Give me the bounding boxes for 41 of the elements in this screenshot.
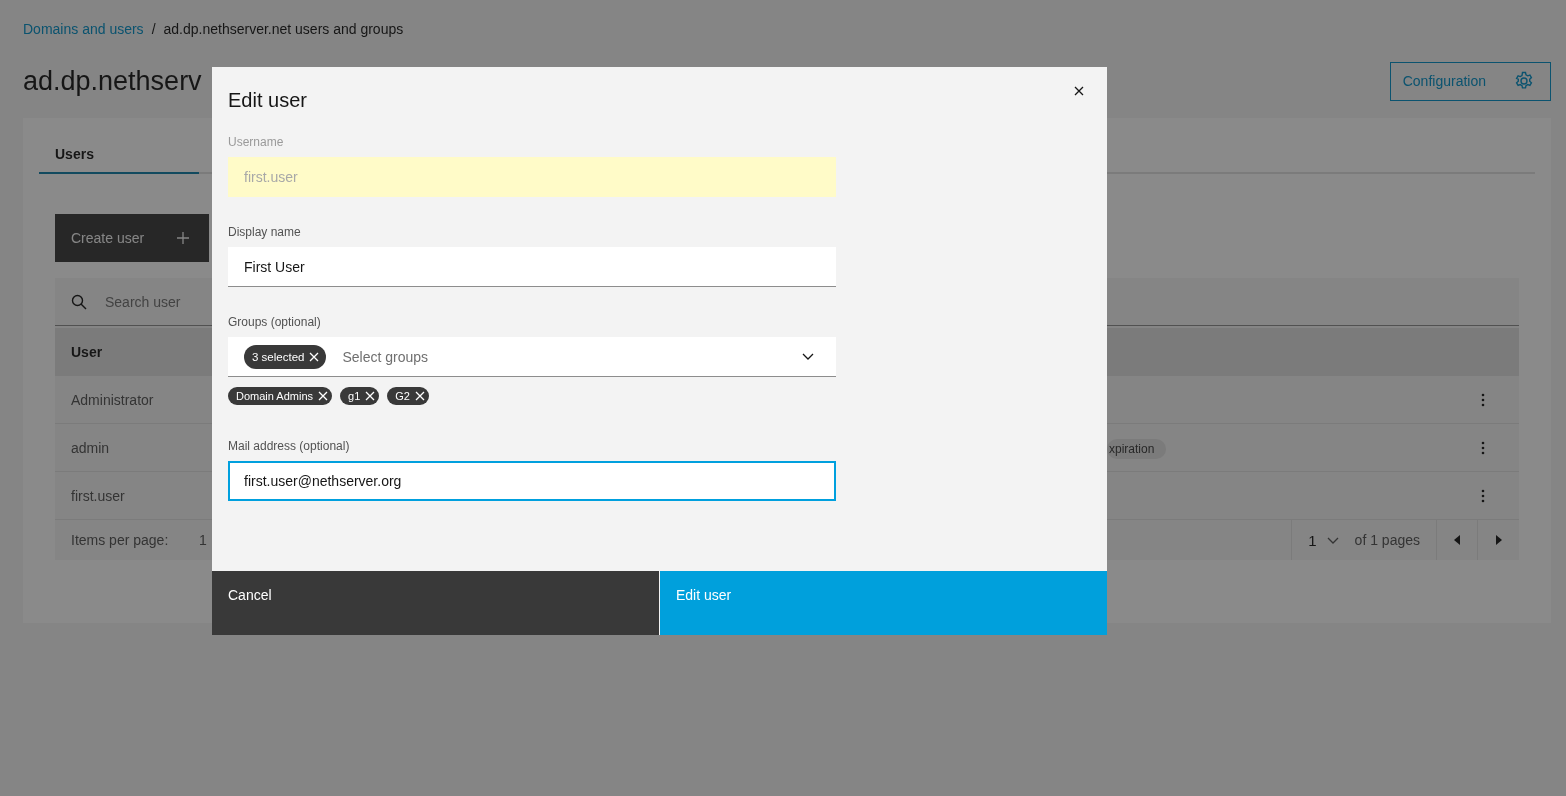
field-label: Username: [228, 135, 285, 149]
table-cell-text: first.user: [70, 487, 126, 504]
input-field[interactable]: First User: [228, 247, 836, 287]
page-count: of 1 pages: [1354, 520, 1437, 560]
chevron-down-icon: [1326, 536, 1339, 544]
selection-count-tag[interactable]: 3 selected: [244, 344, 327, 369]
close-icon: [414, 390, 426, 402]
overflow-menu-icon[interactable]: [1481, 440, 1485, 455]
groups-dropdown[interactable]: 3 selected Select groups: [228, 337, 836, 377]
items-per-page-label: Items per page:: [71, 532, 170, 548]
tab[interactable]: Users: [39, 138, 199, 174]
breadcrumb-separator: /: [151, 21, 156, 37]
page-title: ad.dp.nethserv: [23, 65, 202, 97]
table-cell-text: admin: [70, 439, 111, 456]
modal-title: Edit user: [228, 89, 307, 113]
overflow-menu-icon[interactable]: [1481, 488, 1485, 503]
table-cell-text: Administrator: [70, 391, 155, 408]
gear-icon: [1514, 71, 1534, 91]
overflow-menu-icon[interactable]: [1481, 392, 1485, 407]
chevron-down-icon: [802, 353, 814, 360]
column-header: User: [71, 344, 103, 360]
close-icon: [364, 390, 377, 402]
close-icon: [317, 390, 330, 402]
field-label: Display name: [228, 225, 302, 239]
breadcrumb-current: ad.dp.nethserver.net users and groups: [163, 21, 404, 37]
caret-right-icon: [1495, 535, 1502, 545]
status-tag: xpiration: [1107, 438, 1167, 459]
page-select[interactable]: 1: [1292, 531, 1355, 549]
group-tag[interactable]: Domain Admins: [228, 387, 333, 405]
input-field[interactable]: first.user@nethserver.org: [228, 461, 836, 501]
cancel-button[interactable]: Cancel: [212, 571, 659, 635]
close-icon: [308, 350, 321, 363]
group-tag[interactable]: g1: [340, 387, 380, 405]
field-label: Mail address (optional): [228, 439, 351, 453]
close-icon: [1073, 85, 1085, 97]
search-icon: [71, 293, 87, 310]
caret-left-icon: [1454, 535, 1460, 545]
field-label: Groups (optional): [228, 315, 322, 329]
create-user-button[interactable]: Create user: [55, 214, 209, 262]
group-tag[interactable]: G2: [387, 387, 429, 405]
plus-icon: [177, 232, 189, 244]
